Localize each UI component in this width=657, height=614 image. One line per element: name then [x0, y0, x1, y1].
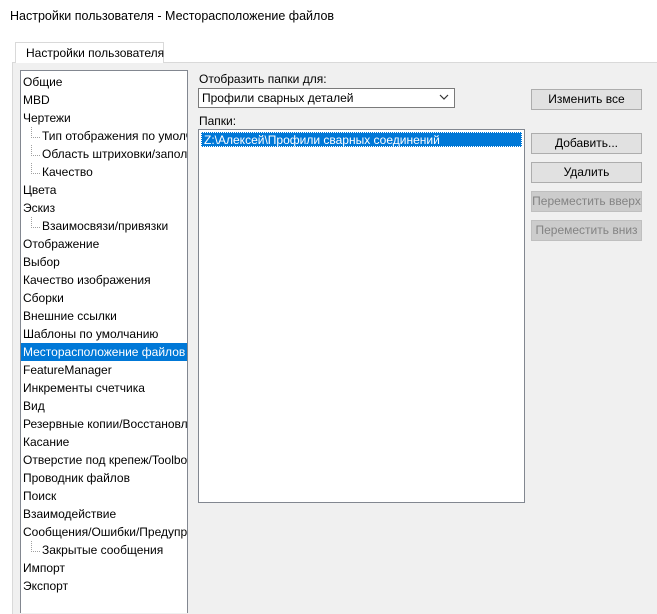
tree-item[interactable]: Шаблоны по умолчанию: [21, 325, 187, 343]
tree-item-label: Сообщения/Ошибки/Предупреждения: [23, 525, 188, 539]
tree-connector: [31, 127, 40, 138]
tree-item-label: Качество: [42, 165, 93, 179]
tree-item[interactable]: Взаимодействие: [21, 505, 187, 523]
tree-item[interactable]: Цвета: [21, 181, 187, 199]
show-folders-dropdown[interactable]: Профили сварных деталей: [198, 88, 455, 108]
window-title: Настройки пользователя - Месторасположен…: [10, 9, 335, 23]
tree-item[interactable]: Вид: [21, 397, 187, 415]
tree-item[interactable]: Закрытые сообщения: [21, 541, 187, 559]
folders-list[interactable]: Z:\Алексей\Профили сварных соединений: [198, 129, 525, 503]
tree-item[interactable]: Проводник файлов: [21, 469, 187, 487]
tree-item-label: Выбор: [23, 255, 60, 269]
show-folders-value: Профили сварных деталей: [202, 91, 354, 105]
tree-item[interactable]: Месторасположение файлов: [21, 343, 187, 361]
tree-item[interactable]: Резервные копии/Восстановление: [21, 415, 188, 433]
tree-item[interactable]: FeatureManager: [21, 361, 187, 379]
tree-item-label: Цвета: [23, 183, 57, 197]
tab-user-settings[interactable]: Настройки пользователя: [15, 42, 164, 63]
tree-item[interactable]: Чертежи: [21, 109, 187, 127]
tree-item[interactable]: Инкременты счетчика: [21, 379, 187, 397]
tree-item[interactable]: Экспорт: [21, 577, 187, 595]
tree-item-label: Поиск: [23, 489, 57, 503]
tree-item-label: Инкременты счетчика: [23, 381, 145, 395]
tree-item[interactable]: Область штриховки/заполнения: [21, 145, 188, 163]
tree-item-label: Взаимосвязи/привязки: [42, 219, 169, 233]
tree-item[interactable]: Качество: [21, 163, 187, 181]
tree-item[interactable]: Эскиз: [21, 199, 187, 217]
tree-item[interactable]: Касание: [21, 433, 187, 451]
tree-item[interactable]: Выбор: [21, 253, 187, 271]
folders-label: Папки:: [199, 114, 237, 128]
tree-item[interactable]: Импорт: [21, 559, 187, 577]
tree-item-label: Касание: [23, 435, 70, 449]
tree-item-label: Вид: [23, 399, 45, 413]
tree-item[interactable]: Тип отображения по умолчанию: [21, 127, 187, 145]
tree-item-label: Закрытые сообщения: [42, 543, 164, 557]
edit-all-button[interactable]: Изменить все: [531, 89, 642, 110]
tree-item-label: Область штриховки/заполнения: [42, 147, 188, 161]
show-folders-label: Отобразить папки для:: [199, 72, 327, 86]
tree-item-label: Отверстие под крепеж/Toolbox: [23, 453, 188, 467]
settings-tree[interactable]: Общие MBD Чертежи Тип отображения по умолча…: [20, 70, 188, 613]
tree-item[interactable]: Взаимосвязи/привязки: [21, 217, 187, 235]
tree-item-label: Отображение: [23, 237, 100, 251]
tree-item[interactable]: Внешние ссылки: [21, 307, 187, 325]
tree-item[interactable]: Отображение: [21, 235, 187, 253]
tree-item-label: Сборки: [23, 291, 64, 305]
move-up-button[interactable]: Переместить вверх: [531, 191, 642, 212]
folder-list-item[interactable]: Z:\Алексей\Профили сварных соединений: [201, 132, 522, 147]
tree-connector: [31, 145, 40, 156]
tree-item-label: Чертежи: [23, 111, 71, 125]
tree-connector: [31, 541, 40, 552]
tree-connector: [31, 163, 40, 174]
tree-item-label: Экспорт: [23, 579, 69, 593]
tree-item[interactable]: Отверстие под крепеж/Toolbox: [21, 451, 188, 469]
tree-item-label: Внешние ссылки: [23, 309, 117, 323]
tree-connector: [31, 217, 40, 228]
move-down-button[interactable]: Переместить вниз: [531, 220, 642, 241]
tree-item-label: Импорт: [23, 561, 65, 575]
tree-item-label: Проводник файлов: [23, 471, 130, 485]
chevron-down-icon: [439, 94, 449, 100]
tree-item-label: Месторасположение файлов: [21, 343, 187, 361]
tree-item[interactable]: Сборки: [21, 289, 187, 307]
add-button[interactable]: Добавить...: [531, 133, 642, 154]
tree-item[interactable]: MBD: [21, 91, 187, 109]
tree-item-label: Качество изображения: [23, 273, 151, 287]
tree-item-label: Общие: [23, 75, 63, 89]
tree-item-label: MBD: [23, 93, 50, 107]
tree-item[interactable]: Поиск: [21, 487, 187, 505]
tree-item[interactable]: Сообщения/Ошибки/Предупреждения: [21, 523, 188, 541]
tree-item-label: Резервные копии/Восстановление: [23, 417, 188, 431]
tree-item-label: Шаблоны по умолчанию: [23, 327, 159, 341]
tree-item-label: FeatureManager: [23, 363, 112, 377]
tree-item[interactable]: Общие: [21, 73, 187, 91]
tree-item-label: Тип отображения по умолчанию: [42, 129, 187, 143]
tree-item-label: Взаимодействие: [23, 507, 117, 521]
tree-item[interactable]: Качество изображения: [21, 271, 187, 289]
tree-item-label: Эскиз: [23, 201, 56, 215]
delete-button[interactable]: Удалить: [531, 162, 642, 183]
